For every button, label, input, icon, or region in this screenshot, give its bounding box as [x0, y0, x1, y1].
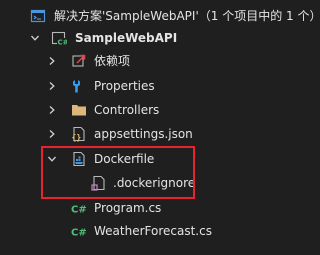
project-label: SampleWebAPI	[75, 31, 178, 45]
weatherforecast-label: WeatherForecast.cs	[94, 224, 212, 238]
program-label: Program.cs	[94, 201, 162, 215]
tree-item-controllers[interactable]: Controllers	[0, 98, 304, 122]
svg-text:{}: {}	[72, 133, 82, 142]
chevron-down-icon[interactable]	[29, 26, 41, 50]
folder-icon	[71, 98, 87, 122]
svg-text:C#: C#	[58, 39, 68, 47]
dependencies-icon	[71, 49, 87, 73]
csharp-file-icon: C#	[71, 219, 87, 243]
chevron-right-icon[interactable]	[46, 49, 58, 73]
tree-item-program[interactable]: C# Program.cs	[0, 196, 304, 220]
tree-item-dockerfile[interactable]: Dockerfile	[0, 147, 304, 171]
solution-explorer-tree: 解决方案'SampleWebAPI'（1 个项目中的 1 个） C# Sampl…	[0, 0, 320, 255]
tree-item-dockerignore[interactable]: .dockerignore	[0, 171, 304, 195]
dockerfile-icon	[71, 147, 87, 171]
chevron-right-icon[interactable]	[46, 122, 58, 146]
tree-item-dependencies[interactable]: 依赖项	[0, 49, 304, 73]
csharp-file-icon: C#	[71, 196, 87, 220]
project-node[interactable]: C# SampleWebAPI	[0, 26, 304, 50]
tree-item-weatherforecast[interactable]: C# WeatherForecast.cs	[0, 219, 304, 243]
ignore-file-icon	[91, 171, 107, 195]
appsettings-label: appsettings.json	[94, 127, 193, 141]
chevron-right-icon[interactable]	[46, 98, 58, 122]
tree-item-appsettings[interactable]: {} appsettings.json	[0, 122, 304, 146]
svg-text:C#: C#	[71, 228, 87, 239]
dependencies-label: 依赖项	[94, 54, 131, 68]
chevron-down-icon[interactable]	[46, 147, 58, 171]
properties-label: Properties	[94, 79, 155, 93]
wrench-icon	[71, 74, 87, 98]
csharp-project-icon: C#	[51, 26, 67, 50]
solution-icon	[30, 4, 46, 28]
solution-node[interactable]: 解决方案'SampleWebAPI'（1 个项目中的 1 个）	[0, 4, 320, 28]
chevron-right-icon[interactable]	[46, 74, 58, 98]
json-file-icon: {}	[71, 122, 87, 146]
dockerignore-label: .dockerignore	[113, 176, 196, 190]
dockerfile-label: Dockerfile	[94, 152, 155, 166]
svg-text:C#: C#	[71, 205, 87, 216]
controllers-label: Controllers	[94, 103, 160, 117]
tree-item-properties[interactable]: Properties	[0, 74, 304, 98]
solution-label: 解决方案'SampleWebAPI'（1 个项目中的 1 个）	[54, 9, 320, 23]
